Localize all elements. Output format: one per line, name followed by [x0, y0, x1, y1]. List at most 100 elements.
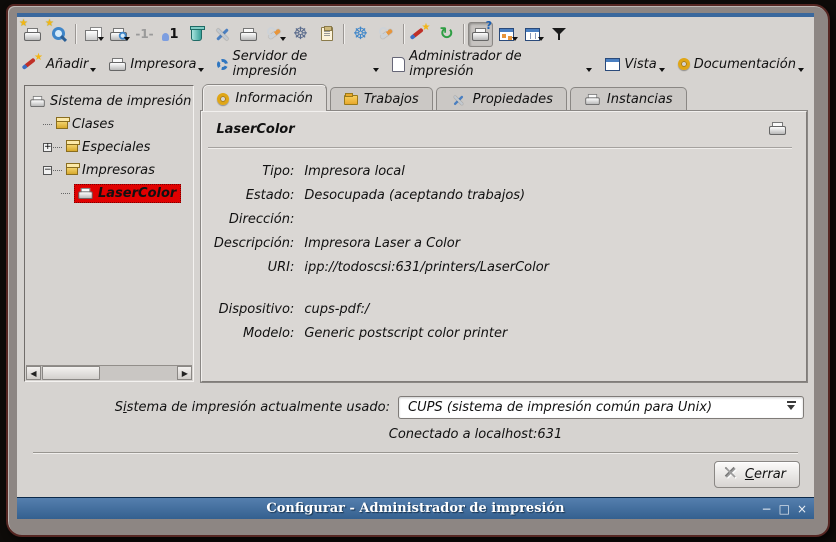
maximize-button[interactable]: □	[779, 503, 790, 515]
ring-icon	[678, 58, 690, 70]
field-value: Impresora local	[304, 164, 405, 179]
clipboard-icon	[321, 27, 333, 41]
job-viewer-button[interactable]	[314, 22, 339, 47]
configure-printer-button[interactable]	[210, 22, 235, 47]
tab-instancias[interactable]: Instancias	[570, 87, 687, 111]
minimize-button[interactable]: −	[762, 503, 772, 515]
cerrar-button[interactable]: ✕ Cerrar	[714, 461, 800, 488]
tab-label: Instancias	[607, 92, 673, 107]
combobox-value: CUPS (sistema de impresión común para Un…	[408, 400, 785, 415]
dropdown-caret-icon	[512, 37, 518, 44]
tab-trabajos[interactable]: Trabajos	[330, 87, 433, 111]
menu-toolbar: Añadir Impresora Servidor de impresión A…	[17, 49, 814, 81]
tab-informacion[interactable]: Información	[203, 85, 327, 111]
dropdown-caret-icon	[280, 37, 286, 44]
funnel-icon	[551, 26, 567, 42]
server-default-button[interactable]: -1-	[132, 22, 157, 47]
tree-view-button[interactable]	[494, 22, 519, 47]
menu-label: Impresora	[130, 57, 196, 72]
menu-documentacion[interactable]: Documentación	[674, 50, 811, 78]
enable-printer-button[interactable]	[80, 22, 105, 47]
refresh-button[interactable]: ↻	[434, 22, 459, 47]
add-special-printer-button[interactable]: ★	[46, 22, 71, 47]
tab-label: Propiedades	[473, 92, 553, 107]
document-icon	[392, 57, 405, 72]
menu-label: Vista	[624, 57, 656, 72]
printer-info-toggle[interactable]: ?	[468, 22, 493, 47]
wizard-button[interactable]	[408, 22, 433, 47]
field-uri: URI: ipp://todoscsi:631/printers/LaserCol…	[208, 255, 792, 279]
scroll-left-button[interactable]: ◀	[26, 366, 41, 380]
user-one-icon: 1	[162, 27, 178, 42]
field-direccion: Dirección:	[208, 207, 792, 231]
dropdown-caret-icon	[90, 68, 96, 75]
print-system-combobox[interactable]: CUPS (sistema de impresión común para Un…	[398, 396, 804, 419]
close-button[interactable]: ×	[797, 503, 807, 515]
tree-item-especiales[interactable]: + Especiales	[29, 136, 191, 159]
test-page-button[interactable]	[236, 22, 261, 47]
menu-anadir[interactable]: Añadir	[20, 50, 103, 78]
tree-item-label: Clases	[72, 117, 114, 132]
remove-printer-button[interactable]	[184, 22, 209, 47]
menu-label: Documentación	[694, 57, 796, 72]
disable-printer-button[interactable]	[106, 22, 131, 47]
magic-wand-icon	[24, 55, 42, 73]
field-label: URI:	[208, 260, 294, 275]
tree-item-clases[interactable]: Clases	[29, 113, 191, 136]
field-value: cups-pdf:/	[304, 302, 369, 317]
tree-item-lasercolor[interactable]: LaserColor	[29, 182, 191, 205]
print-system-row: Sistema de impresión actualmente usado: …	[17, 388, 814, 419]
tab-bar: Información Trabajos Propiedades Instanc…	[201, 85, 807, 111]
filter-button[interactable]	[546, 22, 571, 47]
printer-tools-button[interactable]	[262, 22, 287, 47]
scroll-right-button[interactable]: ▶	[177, 366, 192, 380]
add-printer-button[interactable]: ★	[20, 22, 45, 47]
restart-server-button[interactable]: ☸	[348, 22, 373, 47]
dropdown-caret-icon	[198, 68, 204, 75]
menu-vista[interactable]: Vista	[601, 50, 671, 78]
scrollbar-track[interactable]	[100, 366, 177, 380]
cerrar-button-label: Cerrar	[745, 467, 786, 482]
expander-plus-icon[interactable]: +	[43, 143, 52, 152]
tree-horizontal-scrollbar[interactable]: ◀ ▶	[26, 365, 192, 380]
dropdown-caret-icon	[538, 37, 544, 44]
ring-icon	[217, 93, 229, 105]
menu-label: Servidor de impresión	[232, 49, 371, 79]
tab-propiedades[interactable]: Propiedades	[436, 87, 567, 111]
scrollbar-thumb[interactable]	[42, 366, 100, 380]
menu-impresora[interactable]: Impresora	[105, 50, 211, 78]
tree-item-sistema-de-impresion[interactable]: Sistema de impresión	[29, 90, 191, 113]
tab-area: Información Trabajos Propiedades Instanc…	[201, 85, 807, 382]
menu-servidor-de-impresion[interactable]: Servidor de impresión	[213, 50, 386, 78]
field-label: Descripción:	[208, 236, 294, 251]
field-tipo: Tipo:Impresora local	[208, 159, 792, 183]
field-label: Dirección:	[208, 212, 294, 227]
detailed-view-button[interactable]	[520, 22, 545, 47]
tree-item-impresoras[interactable]: − Impresoras	[29, 159, 191, 182]
window-titlebar[interactable]: Configurar - Administrador de impresión …	[17, 497, 814, 519]
field-estado: Estado:Desocupada (aceptando trabajos)	[208, 183, 792, 207]
print-system-label: Sistema de impresión actualmente usado:	[115, 400, 390, 415]
menu-administrador-de-impresion[interactable]: Administrador de impresión	[388, 50, 599, 78]
package-icon	[56, 120, 68, 129]
export-driver-button[interactable]: ☸	[288, 22, 313, 47]
dropdown-caret-icon	[373, 68, 379, 75]
toolbar-separator	[463, 24, 464, 44]
button-row: ✕ Cerrar	[17, 454, 814, 497]
window-content: ★ ★ -1- 1 ☸ ☸ ↻ ? Añadir Impresora Servi…	[17, 13, 814, 519]
minus-one-icon: -1-	[135, 27, 153, 41]
gear-icon: ☸	[353, 26, 368, 43]
gear-icon: ☸	[293, 26, 308, 43]
user-default-button[interactable]: 1	[158, 22, 183, 47]
printer-icon	[30, 96, 44, 107]
expander-minus-icon[interactable]: −	[43, 166, 52, 175]
gear-icon	[217, 59, 228, 70]
window-controls: − □ ×	[762, 498, 807, 519]
menu-label: Administrador de impresión	[409, 49, 584, 79]
tree-item-label: Sistema de impresión	[50, 94, 191, 109]
field-value: ipp://todoscsi:631/printers/LaserColor	[304, 260, 549, 275]
configure-server-button[interactable]	[374, 22, 399, 47]
window-title: Configurar - Administrador de impresión	[266, 501, 564, 516]
tools-icon	[451, 93, 465, 106]
field-gap	[208, 279, 792, 297]
